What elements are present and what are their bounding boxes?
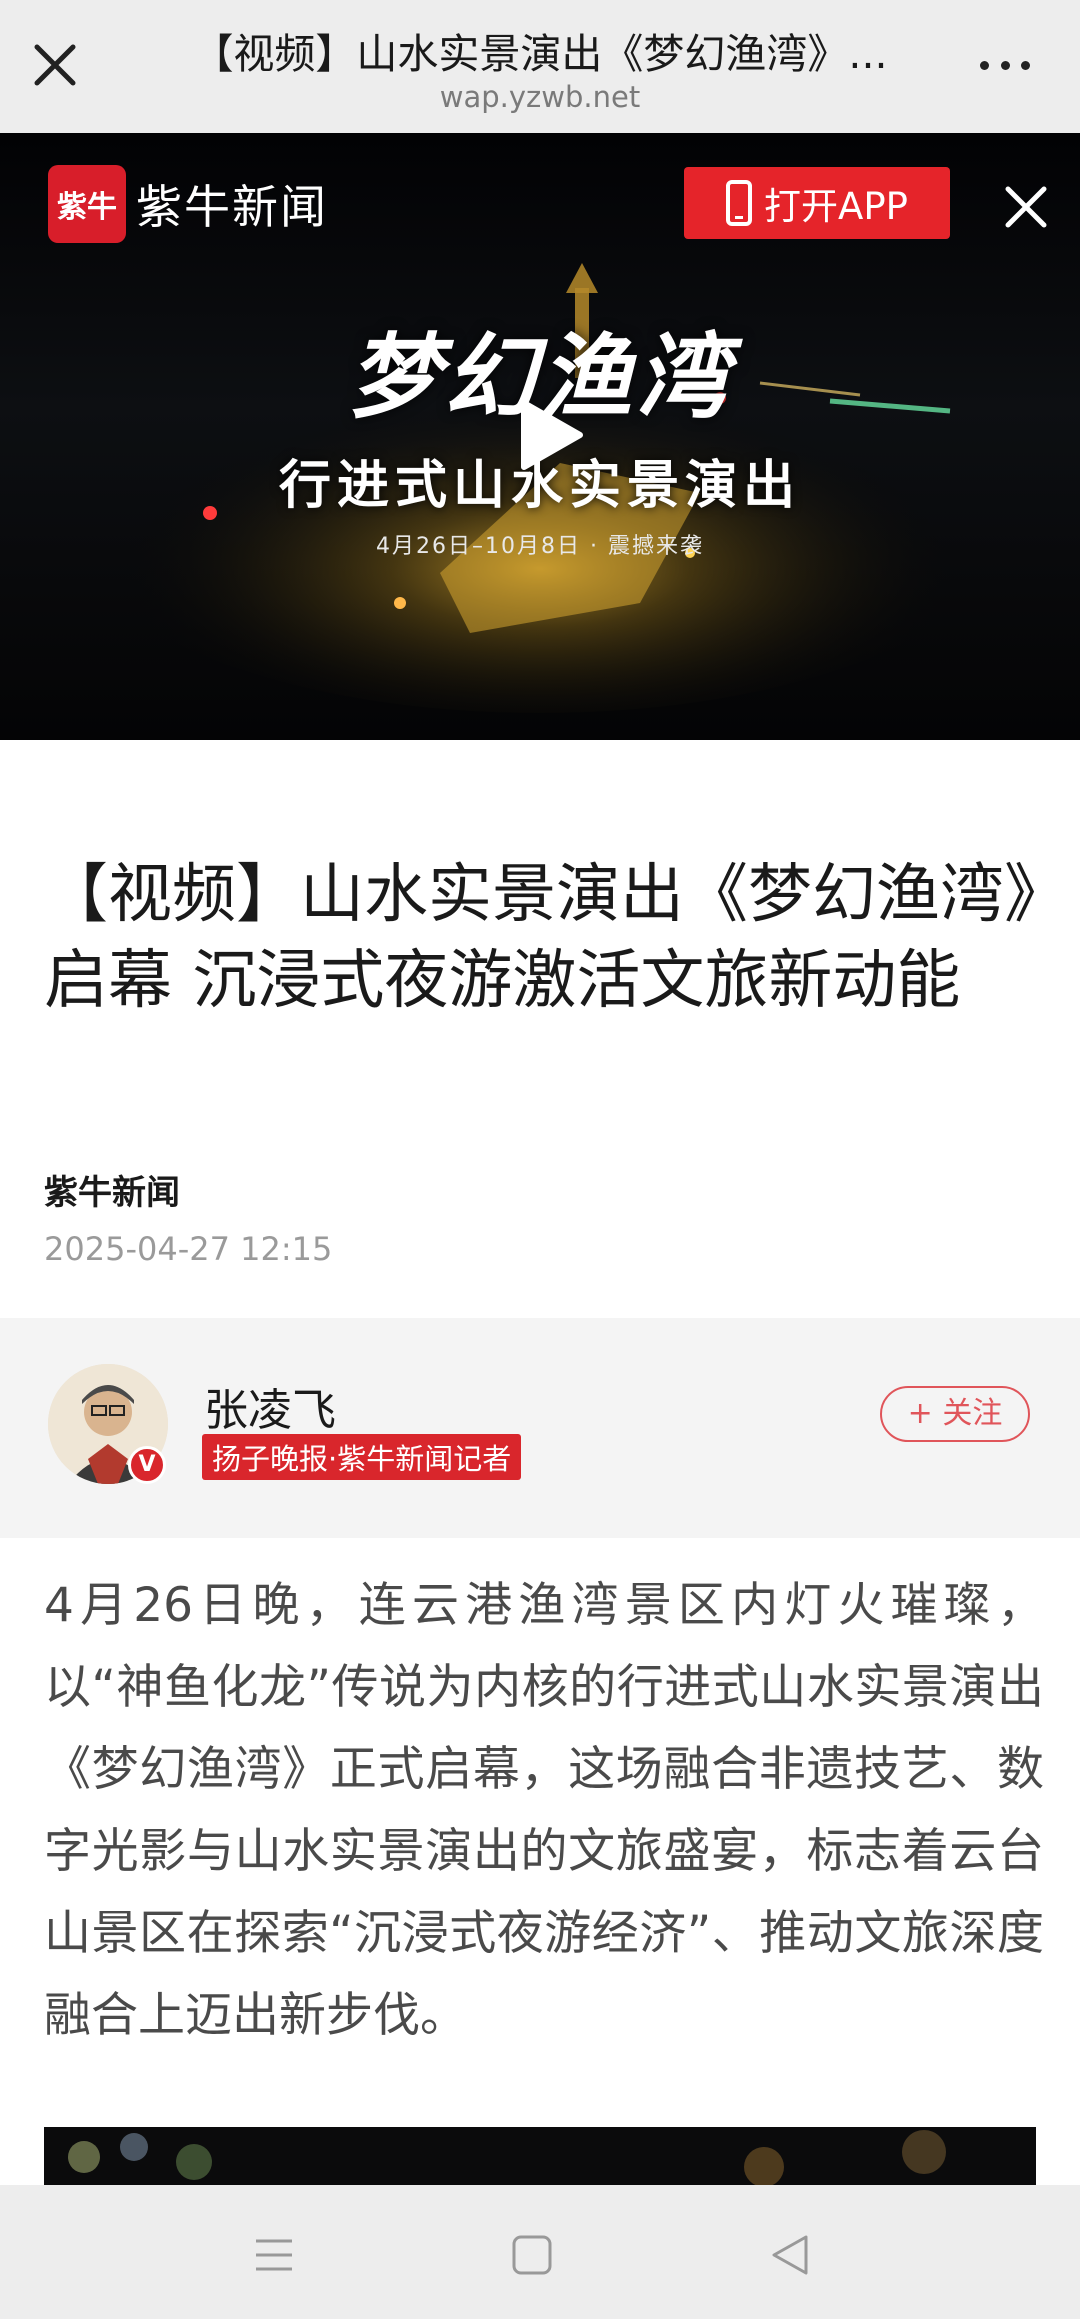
more-dot-icon [1000,60,1010,70]
home-square-icon [512,2235,552,2275]
close-icon [1005,186,1047,228]
play-button[interactable] [508,395,588,475]
logo-badge: 紫牛 [48,165,126,243]
brand-logo[interactable]: 紫牛 紫牛新闻 [48,165,328,243]
open-app-button[interactable]: 打开APP [684,167,950,239]
close-icon [34,44,76,86]
open-app-label: 打开APP [764,185,908,228]
page-title: 【视频】山水实景演出《梦幻渔湾》... [192,30,888,78]
browser-top-bar: 【视频】山水实景演出《梦幻渔湾》... wap.yzwb.net [0,0,1080,133]
author-name[interactable]: 张凌飞 [204,1374,336,1438]
author-card: V 张凌飞 扬子晚报·紫牛新闻记者 + 关注 [0,1318,1080,1538]
article-date: 2025-04-27 12:15 [44,1230,333,1268]
home-button[interactable] [492,2215,572,2295]
menu-icon [256,2239,292,2271]
follow-button[interactable]: + 关注 [880,1386,1030,1442]
back-button[interactable] [750,2215,830,2295]
video-player[interactable]: 紫牛 紫牛新闻 打开APP 梦幻渔湾 行进式山水实景演出 4月26日–10月8日… [0,133,1080,740]
video-date: 4月26日–10月8日 · 震撼来袭 [376,534,704,559]
logo-text: 紫牛新闻 [136,180,328,234]
article-paragraph: 4月26日晚，连云港渔湾景区内灯火璀璨，以“神鱼化龙”传说为内核的行进式山水实景… [44,1578,1044,2043]
page-domain: wap.yzwb.net [439,80,641,114]
close-banner-button[interactable] [998,179,1054,235]
article-source[interactable]: 紫牛新闻 [44,1165,180,1214]
system-nav-bar [0,2185,1080,2319]
phone-icon [726,180,753,226]
verified-badge: V [128,1446,166,1484]
article-image-preview [44,2127,1036,2185]
author-role-badge: 扬子晚报·紫牛新闻记者 [202,1434,522,1480]
back-triangle-icon [772,2235,808,2275]
article-headline: 【视频】山水实景演出《梦幻渔湾》启幕 沉浸式夜游激活文旅新动能 [44,858,1036,1018]
close-button[interactable] [20,30,90,100]
more-dot-icon [980,60,989,70]
play-icon [521,400,583,470]
more-dot-icon [1021,60,1030,70]
more-menu-button[interactable] [970,40,1040,90]
article-image[interactable] [44,2127,1036,2185]
menu-button[interactable] [234,2215,314,2295]
